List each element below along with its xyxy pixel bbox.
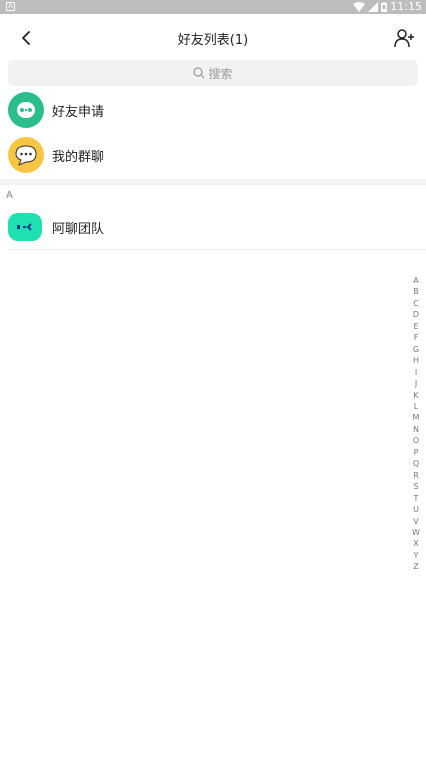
signal-icon (368, 2, 379, 12)
header: 好友列表(1) (0, 14, 426, 60)
friend-requests-item[interactable]: 好友申请 (0, 88, 426, 132)
group-chat-icon (8, 137, 44, 173)
add-friend-button[interactable] (390, 24, 420, 52)
index-letter[interactable]: H (413, 355, 419, 366)
my-groups-label: 我的群聊 (52, 149, 105, 165)
index-letter[interactable]: P (414, 447, 419, 458)
section-separator (0, 179, 426, 185)
alphabet-index[interactable]: A B C D E F G H I J K L M N O P Q R S T … (411, 275, 421, 573)
team-avatar-icon (8, 213, 42, 241)
add-user-icon (394, 29, 414, 48)
divider (8, 249, 426, 250)
contact-name: 阿聊团队 (52, 221, 105, 237)
index-letter[interactable]: U (413, 504, 419, 515)
index-letter[interactable]: B (413, 286, 419, 297)
index-letter[interactable]: V (413, 516, 418, 527)
index-letter[interactable]: Q (413, 458, 419, 469)
index-letter[interactable]: A (413, 275, 418, 286)
index-letter[interactable]: F (414, 332, 419, 343)
contact-row[interactable]: 阿聊团队 (0, 205, 426, 249)
index-letter[interactable]: K (413, 390, 418, 401)
my-groups-item[interactable]: 我的群聊 (0, 133, 426, 177)
index-letter[interactable]: I (415, 367, 417, 378)
status-bar-right: 11:15 (353, 0, 422, 14)
clock: 11:15 (390, 0, 422, 13)
wifi-icon (353, 2, 366, 12)
index-letter[interactable]: M (413, 412, 420, 423)
section-header: A (6, 190, 13, 201)
friend-request-icon (8, 92, 44, 128)
index-letter[interactable]: O (413, 435, 419, 446)
search-icon (193, 67, 205, 79)
page-title: 好友列表(1) (177, 33, 249, 48)
index-letter[interactable]: Z (413, 561, 418, 572)
search-bar[interactable]: 搜索 (8, 60, 418, 86)
index-letter[interactable]: W (412, 527, 420, 538)
index-letter[interactable]: X (413, 538, 418, 549)
index-letter[interactable]: D (413, 309, 419, 320)
index-letter[interactable]: E (413, 321, 418, 332)
status-bar: A 11:15 (0, 0, 426, 14)
search-placeholder: 搜索 (208, 66, 233, 81)
index-letter[interactable]: L (414, 401, 418, 412)
index-letter[interactable]: J (415, 378, 417, 389)
index-letter[interactable]: S (413, 481, 418, 492)
index-letter[interactable]: T (414, 493, 419, 504)
index-letter[interactable]: C (413, 298, 419, 309)
index-letter[interactable]: R (413, 470, 419, 481)
battery-icon (381, 2, 388, 12)
index-letter[interactable]: Y (414, 550, 419, 561)
index-letter[interactable]: G (413, 344, 419, 355)
index-letter[interactable]: N (413, 424, 419, 435)
notification-icon: A (6, 2, 15, 11)
friend-requests-label: 好友申请 (52, 104, 105, 120)
